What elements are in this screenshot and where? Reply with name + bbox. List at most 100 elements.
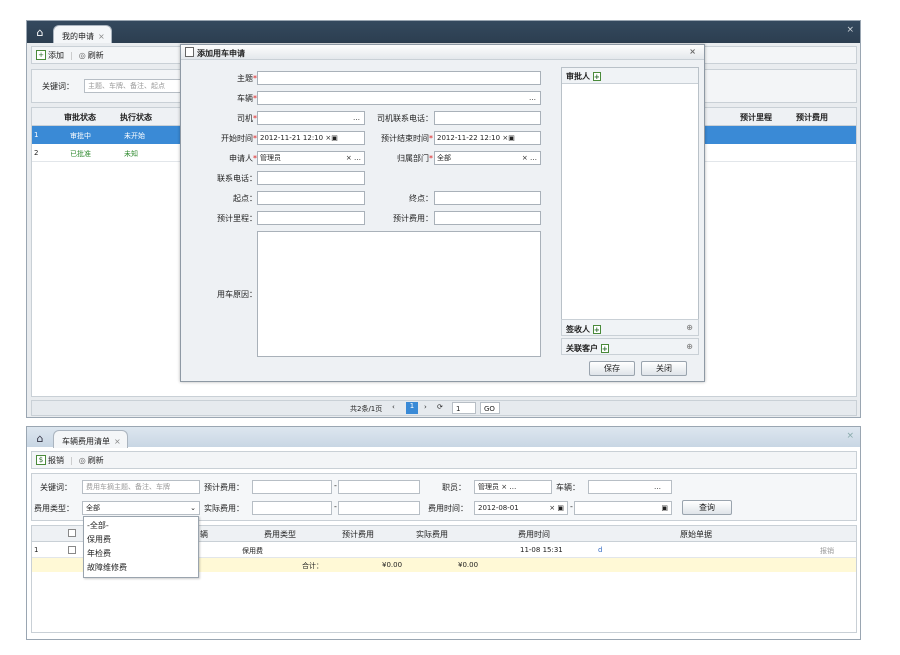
home-icon[interactable]: ⌂ bbox=[31, 431, 49, 447]
keyword-label: 关键词： bbox=[40, 483, 72, 492]
reimburse-link[interactable]: 报销 bbox=[820, 546, 834, 556]
dialog-close-icon[interactable]: × bbox=[689, 47, 696, 56]
col-fee-type[interactable]: 费用类型 bbox=[264, 529, 296, 540]
col-vehicle[interactable]: 辆 bbox=[200, 529, 208, 540]
row-number: 1 bbox=[34, 546, 39, 554]
current-page[interactable]: 1 bbox=[406, 402, 418, 414]
phone-input[interactable] bbox=[257, 171, 365, 185]
fee-time-label: 费用时间： bbox=[428, 504, 468, 513]
customer-label: 关联客户 bbox=[566, 344, 598, 353]
applicant-label: 申请人* bbox=[229, 154, 257, 163]
driver-phone-input[interactable] bbox=[434, 111, 541, 125]
approver-label: 审批人 bbox=[566, 72, 590, 81]
close-icon[interactable]: × bbox=[846, 25, 854, 35]
exec-status: 未开始 bbox=[124, 132, 145, 140]
keyword-input[interactable]: 费用车摘主题、备注、车牌 bbox=[82, 480, 200, 494]
prev-page-button[interactable]: ‹ bbox=[392, 403, 395, 411]
est-cost-input[interactable] bbox=[434, 211, 541, 225]
source-doc-link[interactable]: d bbox=[598, 546, 602, 554]
page-input[interactable]: 1 bbox=[452, 402, 476, 414]
keyword-input[interactable]: 主题、车牌、备注、起点 bbox=[84, 79, 189, 93]
row-checkbox[interactable] bbox=[68, 546, 76, 554]
save-button[interactable]: 保存 bbox=[589, 361, 635, 376]
chevron-down-icon: ⌄ bbox=[190, 504, 196, 512]
staff-select[interactable]: 管理员 × … bbox=[474, 480, 552, 494]
select-all-checkbox[interactable] bbox=[68, 529, 76, 537]
est-cost-max-input[interactable] bbox=[338, 480, 420, 494]
actual-cost-min-input[interactable] bbox=[252, 501, 332, 515]
start-point-input[interactable] bbox=[257, 191, 365, 205]
staff-label: 职员： bbox=[442, 483, 466, 492]
end-point-label: 终点： bbox=[409, 194, 433, 203]
start-time-label: 开始时间* bbox=[221, 134, 257, 143]
row-number: 2 bbox=[34, 149, 39, 157]
fee-time-cell: 11-08 15:31 bbox=[520, 546, 563, 554]
refresh-button[interactable]: ◎ 刷新 bbox=[79, 50, 104, 61]
tab-label: 我的申请 bbox=[62, 31, 94, 41]
reimburse-button[interactable]: $ 报销 bbox=[36, 455, 64, 466]
query-button[interactable]: 查询 bbox=[682, 500, 732, 515]
fee-time-end-input[interactable]: ▣ bbox=[574, 501, 672, 515]
refresh-icon: ◎ bbox=[78, 455, 86, 465]
actual-cost-max-input[interactable] bbox=[338, 501, 420, 515]
driver-label: 司机* bbox=[237, 114, 257, 123]
approval-status: 已批准 bbox=[70, 150, 91, 158]
calendar-icon: ▣ bbox=[508, 134, 515, 142]
tab-close-icon[interactable]: × bbox=[98, 32, 105, 41]
dropdown-option[interactable]: 保用费 bbox=[87, 534, 111, 545]
driver-select[interactable]: … bbox=[257, 111, 365, 125]
fee-time-start-input[interactable]: 2012-08-01 × ▣ bbox=[474, 501, 568, 515]
receiver-row: 签收人 + ⊕ bbox=[561, 319, 699, 336]
pagination: 共2条/1页 ‹ 1 › ⟳ 1 GO bbox=[31, 400, 857, 416]
refresh-label: 刷新 bbox=[87, 50, 104, 60]
col-est-cost[interactable]: 预计费用 bbox=[342, 529, 374, 540]
col-est-cost[interactable]: 预计费用 bbox=[796, 112, 828, 123]
next-page-button[interactable]: › bbox=[424, 403, 427, 411]
reason-textarea[interactable] bbox=[257, 231, 541, 357]
dialog-title: 添加用车申请 × bbox=[181, 45, 704, 60]
refresh-label: 刷新 bbox=[87, 455, 104, 465]
col-actual-cost[interactable]: 实际费用 bbox=[416, 529, 448, 540]
close-icon[interactable]: × bbox=[846, 431, 854, 441]
go-button[interactable]: GO bbox=[480, 402, 500, 414]
customer-row: 关联客户 + ⊕ bbox=[561, 338, 699, 355]
col-source-doc[interactable]: 原始单据 bbox=[680, 529, 712, 540]
tab-my-applications[interactable]: 我的申请 × bbox=[53, 25, 112, 43]
reason-label: 用车原因： bbox=[217, 290, 257, 299]
end-time-input[interactable]: 2012-11-22 12:10 ×▣ bbox=[434, 131, 541, 145]
expand-icon[interactable]: ⊕ bbox=[686, 323, 693, 332]
col-est-distance[interactable]: 预计里程 bbox=[740, 112, 772, 123]
add-customer-icon[interactable]: + bbox=[600, 344, 609, 353]
total-actual-cost: ¥0.00 bbox=[458, 561, 479, 569]
col-approval-status[interactable]: 审批状态 bbox=[64, 112, 96, 123]
col-exec-status[interactable]: 执行状态 bbox=[120, 112, 152, 123]
add-receiver-icon[interactable]: + bbox=[592, 325, 601, 334]
add-approver-icon[interactable]: + bbox=[592, 72, 601, 81]
vehicle-select[interactable]: … bbox=[257, 91, 541, 105]
fee-type-cell: 保用费 bbox=[242, 547, 263, 555]
est-distance-input[interactable] bbox=[257, 211, 365, 225]
applicant-select[interactable]: 管理员 × … bbox=[257, 151, 365, 165]
close-button[interactable]: 关闭 bbox=[641, 361, 687, 376]
end-point-input[interactable] bbox=[434, 191, 541, 205]
approver-header: 审批人 + bbox=[562, 68, 698, 84]
department-select[interactable]: 全部 × … bbox=[434, 151, 541, 165]
expand-icon[interactable]: ⊕ bbox=[686, 342, 693, 351]
dropdown-option[interactable]: 故障维修费 bbox=[87, 562, 127, 573]
fee-type-select[interactable]: 全部 ⌄ bbox=[82, 501, 200, 515]
dropdown-option[interactable]: 年检费 bbox=[87, 548, 111, 559]
col-fee-time[interactable]: 费用时间 bbox=[518, 529, 550, 540]
refresh-button[interactable]: ◎ 刷新 bbox=[79, 455, 104, 466]
vehicle-select[interactable]: … bbox=[588, 480, 672, 494]
keyword-label: 关键词： bbox=[42, 82, 74, 91]
refresh-page-icon[interactable]: ⟳ bbox=[437, 403, 443, 411]
tab-close-icon[interactable]: × bbox=[114, 437, 121, 446]
start-time-input[interactable]: 2012-11-21 12:10 ×▣ bbox=[257, 131, 365, 145]
add-button[interactable]: + 添加 bbox=[36, 50, 64, 61]
add-icon: + bbox=[36, 50, 46, 60]
tab-vehicle-cost[interactable]: 车辆费用清单 × bbox=[53, 430, 128, 448]
home-icon[interactable]: ⌂ bbox=[31, 25, 49, 41]
est-cost-min-input[interactable] bbox=[252, 480, 332, 494]
dropdown-option[interactable]: -全部- bbox=[87, 520, 109, 531]
subject-input[interactable] bbox=[257, 71, 541, 85]
